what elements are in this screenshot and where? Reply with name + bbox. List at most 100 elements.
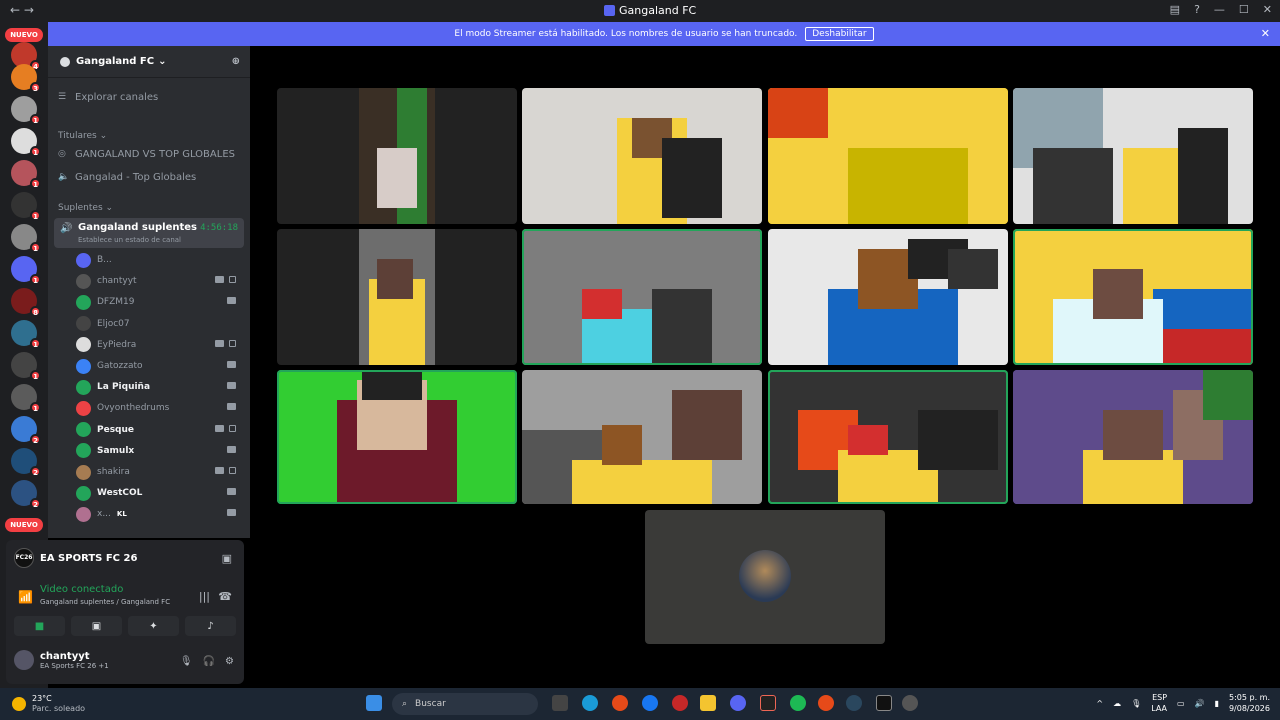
start-icon[interactable] xyxy=(366,695,382,711)
active-voice-channel[interactable]: 🔊 Gangaland suplentes 4:56:18 Establece … xyxy=(54,218,244,248)
mic-icon[interactable]: 🎙 xyxy=(1131,699,1141,708)
weather-widget[interactable]: 23°C Parc. soleado xyxy=(12,694,85,714)
voice-status[interactable]: Video conectado xyxy=(40,584,123,595)
explore-channels[interactable]: ☰ Explorar canales xyxy=(58,92,158,103)
voice-user[interactable]: x... KL xyxy=(76,504,244,524)
display-icon[interactable]: ▭ xyxy=(1177,699,1185,708)
voice-user[interactable]: Pesque xyxy=(76,420,244,440)
video-tile[interactable] xyxy=(1013,88,1253,224)
video-tile[interactable] xyxy=(1013,370,1253,504)
video-tile[interactable] xyxy=(277,370,517,504)
headphones-icon[interactable]: 🎧 xyxy=(203,656,215,667)
server-icon[interactable]: 1 xyxy=(11,320,41,349)
steam-icon[interactable] xyxy=(846,695,862,711)
battery-icon[interactable]: ▮ xyxy=(1215,699,1219,708)
server-icon[interactable]: 8 xyxy=(11,288,41,317)
taskview-icon[interactable] xyxy=(552,695,568,711)
video-frame-shape xyxy=(662,138,722,218)
video-tile[interactable] xyxy=(522,88,762,224)
ea-icon[interactable] xyxy=(876,695,892,711)
share-screen-button[interactable]: ▣ xyxy=(71,616,122,636)
close-window-button[interactable]: ✕ xyxy=(1263,3,1272,16)
voice-user[interactable]: La Piquiña xyxy=(76,377,244,397)
folder-icon[interactable] xyxy=(700,695,716,711)
voice-user[interactable]: B... xyxy=(76,250,244,270)
server-icon[interactable]: 1 xyxy=(11,128,41,157)
disconnect-icon[interactable]: ☎ xyxy=(218,590,232,603)
video-tile[interactable] xyxy=(522,229,762,365)
nav-arrows[interactable]: ← → xyxy=(10,3,34,17)
server-icon[interactable]: 2 xyxy=(11,480,41,509)
voice-user[interactable]: Samulx xyxy=(76,441,244,461)
server-icon[interactable]: 1 xyxy=(11,384,41,413)
speaker-icon: 🔈 xyxy=(58,172,70,182)
video-tile[interactable] xyxy=(645,510,885,644)
title-bar: ← → Gangaland FC ▤ ? — ☐ ✕ xyxy=(0,0,1280,22)
app-icon[interactable] xyxy=(760,695,776,711)
voice-user[interactable]: chantyyt xyxy=(76,271,244,291)
voice-user[interactable]: DFZM19 xyxy=(76,292,244,312)
noise-icon[interactable]: ||| xyxy=(199,590,210,603)
server-icon[interactable]: 2 xyxy=(11,416,41,445)
video-tile[interactable] xyxy=(277,88,517,224)
voice-user[interactable]: Ovyonthedrums xyxy=(76,398,244,418)
minimize-button[interactable]: — xyxy=(1214,3,1225,16)
gear-icon[interactable]: ⚙ xyxy=(225,656,234,667)
activity-row[interactable]: FC26 EA SPORTS FC 26 xyxy=(14,548,137,568)
camera-button[interactable]: ■ xyxy=(14,616,65,636)
invite-icon[interactable]: ⊕ xyxy=(232,56,240,67)
edge-icon[interactable] xyxy=(582,695,598,711)
voice-user[interactable]: WestCOL xyxy=(76,483,244,503)
category-titulares[interactable]: Titulares ⌄ xyxy=(58,131,107,141)
app-icon[interactable] xyxy=(672,695,688,711)
voice-user[interactable]: Eljoc07 xyxy=(76,314,244,334)
voice-channel[interactable]: ◎ GANGALAND VS TOP GLOBALES xyxy=(58,149,235,160)
volume-icon[interactable]: 🔊 xyxy=(1195,699,1205,708)
discord-server-icon[interactable]: 1 xyxy=(11,256,41,285)
current-user[interactable]: chantyyt EA Sports FC 26 +1 xyxy=(14,650,109,670)
voice-channel[interactable]: 🔈 Gangalad - Top Globales xyxy=(58,172,196,183)
network-icon[interactable]: ☁ xyxy=(1113,699,1121,708)
server-icon[interactable]: 1 xyxy=(11,160,41,189)
category-suplentes[interactable]: Suplentes ⌄ xyxy=(58,203,113,213)
close-banner-icon[interactable]: ✕ xyxy=(1261,27,1270,40)
voice-user[interactable]: shakira xyxy=(76,462,244,482)
spotify-icon[interactable] xyxy=(790,695,806,711)
facebook-icon[interactable] xyxy=(642,695,658,711)
chrome-icon[interactable] xyxy=(612,695,628,711)
help-icon[interactable]: ? xyxy=(1194,3,1200,16)
server-icon[interactable]: 1 xyxy=(11,96,41,125)
video-tile[interactable] xyxy=(1013,229,1253,365)
soundboard-button[interactable]: ♪ xyxy=(185,616,236,636)
activities-button[interactable]: ✦ xyxy=(128,616,179,636)
screen-icon[interactable]: ▣ xyxy=(222,552,232,565)
guild-header[interactable]: Gangaland FC ⌄ ⊕ xyxy=(48,46,250,78)
video-tile[interactable] xyxy=(277,229,517,365)
video-tile[interactable] xyxy=(768,229,1008,365)
user-panel: FC26 EA SPORTS FC 26 ▣ 📶 Video conectado… xyxy=(6,540,244,684)
server-icon[interactable]: 1 xyxy=(11,352,41,381)
guild-icon xyxy=(60,56,70,67)
chevron-up-icon[interactable]: ^ xyxy=(1096,699,1103,708)
video-tile[interactable] xyxy=(768,370,1008,504)
video-tile[interactable] xyxy=(768,88,1008,224)
clock[interactable]: 5:05 p. m. 9/08/2026 xyxy=(1229,692,1270,714)
voice-user[interactable]: EyPiedra xyxy=(76,335,244,355)
chrome-icon[interactable] xyxy=(818,695,834,711)
server-icon[interactable]: 2 xyxy=(11,448,41,477)
language-indicator[interactable]: ESP LAA xyxy=(1151,692,1167,714)
maximize-button[interactable]: ☐ xyxy=(1239,3,1249,16)
stream-icon xyxy=(229,276,236,284)
voice-user[interactable]: Gatozzato xyxy=(76,356,244,376)
video-tile[interactable] xyxy=(522,370,762,504)
app-icon[interactable] xyxy=(902,695,918,711)
mic-icon[interactable]: 🎙 xyxy=(180,656,193,667)
discord-icon[interactable] xyxy=(730,695,746,711)
server-icon[interactable]: 1 xyxy=(11,192,41,221)
search-input[interactable]: ⌕ Buscar xyxy=(392,693,538,715)
inbox-icon[interactable]: ▤ xyxy=(1170,3,1180,16)
server-icon[interactable]: 3 xyxy=(11,64,41,93)
disable-streamer-button[interactable]: Deshabilitar xyxy=(805,27,874,41)
voice-user-name: Gatozzato xyxy=(97,361,143,371)
server-icon[interactable]: 1 xyxy=(11,224,41,253)
